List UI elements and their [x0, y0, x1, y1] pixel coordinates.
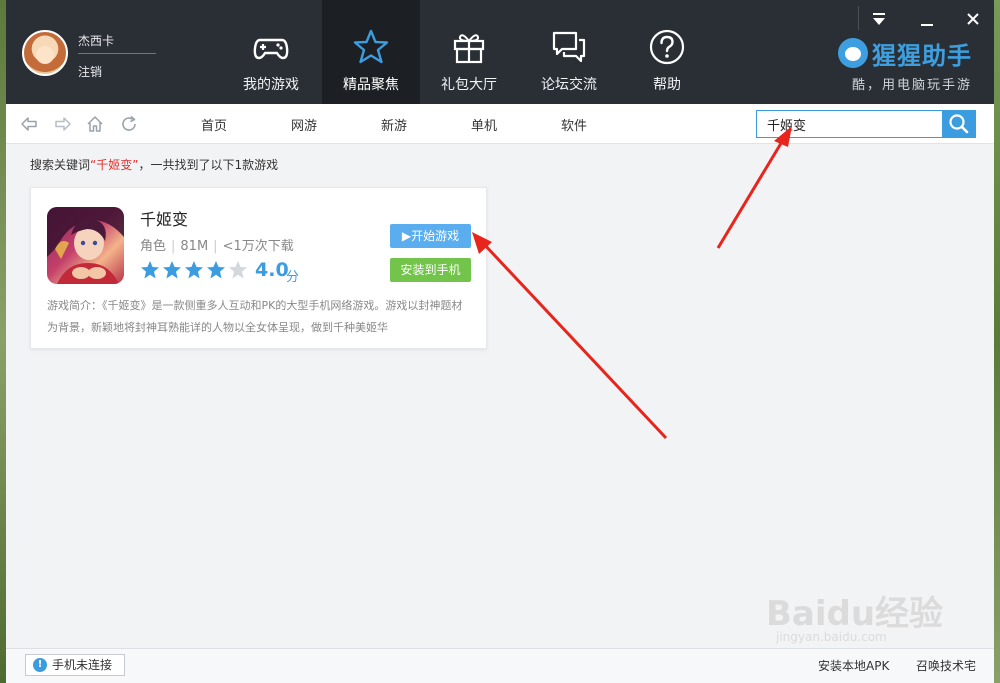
chat-icon	[552, 31, 586, 63]
star-filled-icon	[141, 260, 159, 278]
result-keyword: “千姬变”	[90, 158, 139, 172]
help-icon	[649, 29, 685, 65]
tab-help-label: 帮助	[653, 77, 681, 93]
game-title[interactable]: 千姬变	[140, 206, 188, 230]
search-result-summary: 搜索关键词“千姬变”，一共找到了以下1款游戏	[30, 156, 278, 173]
tab-my-games[interactable]: 我的游戏	[222, 0, 320, 104]
category-software[interactable]: 软件	[561, 115, 587, 134]
tab-help[interactable]: 帮助	[618, 0, 716, 104]
avatar[interactable]	[22, 30, 68, 76]
tab-featured-label: 精品聚焦	[343, 77, 399, 93]
app-header: 杰西卡 注销 我的游戏 精品聚焦 礼包大厅 论坛交流 帮助 猩猩助手 酷，用电脑…	[6, 0, 994, 104]
search-button[interactable]	[942, 110, 976, 138]
category-new-games[interactable]: 新游	[381, 115, 407, 134]
tab-featured[interactable]: 精品聚焦	[322, 0, 420, 104]
game-description: 游戏简介：《千姬变》是一款侧重多人互动和PK的大型手机网络游戏。游戏以封神题材为…	[47, 299, 463, 334]
tab-forum[interactable]: 论坛交流	[520, 0, 618, 104]
desktop-background-right	[994, 0, 1000, 683]
star-filled-icon	[185, 260, 203, 278]
dropdown-menu-icon	[873, 13, 885, 25]
result-prefix: 搜索关键词	[30, 158, 91, 172]
play-triangle-icon: ▶	[401, 229, 412, 243]
watermark-sub: jingyan.baidu.com	[776, 630, 887, 644]
search-input[interactable]	[756, 110, 942, 138]
close-icon	[967, 13, 979, 25]
back-arrow-icon[interactable]	[20, 115, 38, 133]
category-home[interactable]: 首页	[201, 115, 227, 134]
refresh-icon[interactable]	[120, 115, 138, 133]
baidu-watermark: Baidu经验 jingyan.baidu.com	[766, 578, 966, 658]
start-game-label: 开始游戏	[411, 229, 460, 243]
result-suffix: ，一共找到了以下1款游戏	[138, 158, 279, 172]
tab-forum-label: 论坛交流	[541, 77, 597, 93]
skin-menu-button[interactable]	[862, 6, 896, 32]
game-icon-image[interactable]	[47, 207, 124, 284]
phone-status-label: 手机未连接	[52, 658, 113, 672]
game-genre: 角色	[140, 239, 167, 254]
star-icon	[353, 29, 389, 64]
star-filled-icon	[163, 260, 181, 278]
game-meta: 角色 | 81M | <1万次下载	[140, 239, 294, 254]
logout-link[interactable]: 注销	[78, 63, 102, 80]
install-local-apk-link[interactable]: 安装本地APK	[818, 657, 889, 674]
username: 杰西卡	[78, 34, 115, 48]
rating-value: 4.0	[255, 259, 289, 281]
start-game-button[interactable]: ▶开始游戏	[390, 224, 471, 248]
game-downloads: <1万次下载	[222, 239, 294, 254]
window-controls-divider	[858, 6, 859, 30]
gift-icon	[453, 34, 485, 64]
rating-unit: 分	[286, 270, 300, 285]
summon-tech-geek-link[interactable]: 召唤技术宅	[916, 657, 976, 674]
forward-arrow-icon[interactable]	[54, 115, 72, 133]
app-window: 杰西卡 注销 我的游戏 精品聚焦 礼包大厅 论坛交流 帮助 猩猩助手 酷，用电脑…	[6, 0, 994, 683]
phone-connection-status[interactable]: ! 手机未连接	[25, 654, 125, 676]
minimize-icon	[921, 24, 933, 26]
install-to-phone-button[interactable]: 安装到手机	[390, 258, 471, 282]
info-icon: !	[33, 658, 47, 672]
tab-gift-hall-label: 礼包大厅	[441, 77, 497, 93]
tab-my-games-label: 我的游戏	[243, 77, 299, 93]
brand-name: 猩猩助手	[872, 42, 972, 70]
category-single-player[interactable]: 单机	[471, 115, 497, 134]
rating-stars	[140, 259, 250, 281]
home-icon[interactable]	[86, 115, 104, 133]
tab-gift-hall[interactable]: 礼包大厅	[420, 0, 518, 104]
star-filled-icon	[207, 260, 225, 278]
close-button[interactable]	[956, 6, 990, 32]
watermark-main: Baidu经验	[766, 594, 944, 634]
gamepad-icon	[253, 38, 289, 60]
brand-logo: 猩猩助手 酷，用电脑玩手游	[838, 36, 988, 100]
game-size: 81M	[180, 239, 209, 254]
minimize-button[interactable]	[910, 6, 944, 32]
username-divider	[78, 53, 156, 54]
search-icon	[949, 114, 969, 134]
status-bar: ! 手机未连接 安装本地APK 召唤技术宅	[6, 648, 994, 683]
game-character-artwork	[47, 207, 124, 284]
star-empty-icon	[229, 260, 247, 278]
brand-tagline: 酷，用电脑玩手游	[852, 78, 973, 93]
game-card[interactable]: 千姬变 角色 | 81M | <1万次下载 4.0 分 ▶开始游戏 安装到手机 游戏简介…	[30, 187, 487, 349]
toolbar: 首页 网游 新游 单机 软件	[6, 104, 994, 144]
category-online-games[interactable]: 网游	[291, 115, 317, 134]
monkey-logo-icon	[838, 38, 868, 68]
